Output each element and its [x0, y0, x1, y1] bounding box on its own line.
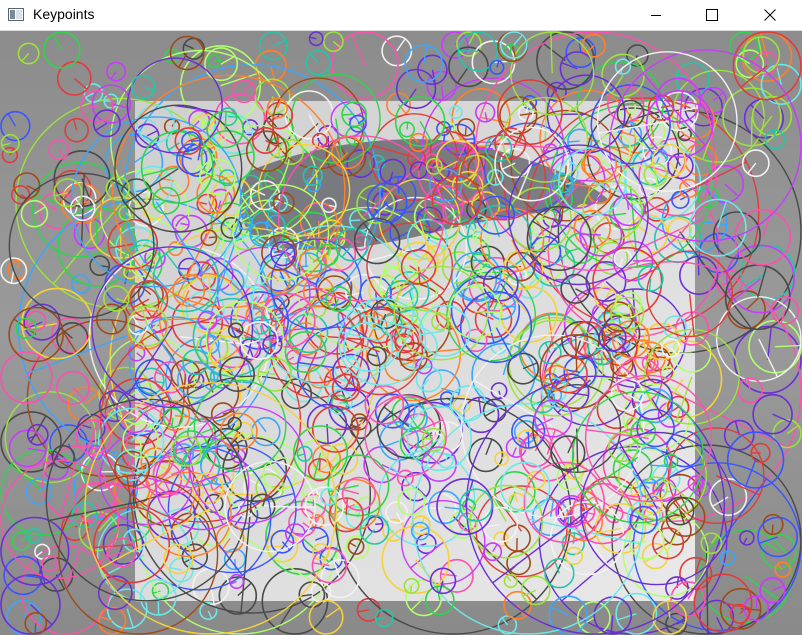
keypoint-orientation-line: [600, 356, 603, 365]
keypoint-orientation-line: [318, 458, 321, 470]
keypoint-orientation-line: [269, 505, 316, 508]
minimize-icon: [650, 9, 662, 21]
keypoint-orientation-line: [234, 559, 237, 570]
keypoint-orientation-line: [494, 177, 497, 186]
keypoint-orientation-line: [208, 236, 217, 239]
image-canvas[interactable]: [0, 31, 802, 635]
maximize-button[interactable]: [689, 0, 735, 30]
keypoint-orientation-line: [409, 585, 413, 594]
keypoint-orientation-line: [95, 207, 98, 247]
keypoint-orientation-line: [471, 253, 490, 256]
keypoint-orientation-line: [34, 623, 37, 635]
keypoint-orientation-line: [177, 544, 180, 560]
keypoint-orientation-line: [464, 127, 467, 136]
close-button[interactable]: [747, 0, 793, 30]
title-bar[interactable]: Keypoints: [0, 0, 802, 31]
close-icon: [764, 9, 776, 21]
keypoint-orientation-line: [648, 278, 652, 292]
keypoint-orientation-line: [342, 113, 355, 116]
keypoint-orientation-line: [509, 44, 512, 54]
keypoints-window: Keypoints: [0, 0, 802, 635]
keypoint-orientation-line: [318, 220, 321, 240]
keypoint-orientation-line: [406, 122, 409, 130]
keypoint-orientation-line: [345, 497, 348, 515]
minimize-button[interactable]: [633, 0, 679, 30]
keypoint-orientation-line: [625, 102, 644, 105]
keypoint-orientation-line: [663, 326, 676, 329]
keypoint-orientation-line: [567, 140, 580, 143]
keypoint-orientation-line: [372, 313, 375, 327]
keypoint-orientation-line: [190, 139, 201, 142]
keypoint-orientation-line: [224, 111, 227, 130]
keypoint-orientation-line: [501, 305, 516, 308]
keypoint-orientation-line: [349, 219, 361, 222]
keypoint-orientation-line: [327, 136, 330, 147]
keypoint-orientation-line: [375, 617, 385, 620]
keypoints-image: [0, 31, 802, 635]
keypoint-orientation-line: [213, 59, 221, 62]
maximize-icon: [706, 9, 718, 21]
image-window-icon: [8, 8, 24, 21]
keypoint-orientation-line: [375, 523, 383, 525]
keypoint-orientation-line: [139, 439, 142, 458]
keypoint-orientation-line: [304, 246, 307, 267]
window-title: Keypoints: [33, 6, 95, 22]
keypoint-orientation-line: [755, 596, 758, 609]
keypoint-orientation-line: [771, 524, 774, 535]
keypoint-orientation-line: [527, 431, 530, 449]
keypoint-orientation-line: [335, 428, 359, 431]
keypoint-orientation-line: [432, 160, 439, 163]
